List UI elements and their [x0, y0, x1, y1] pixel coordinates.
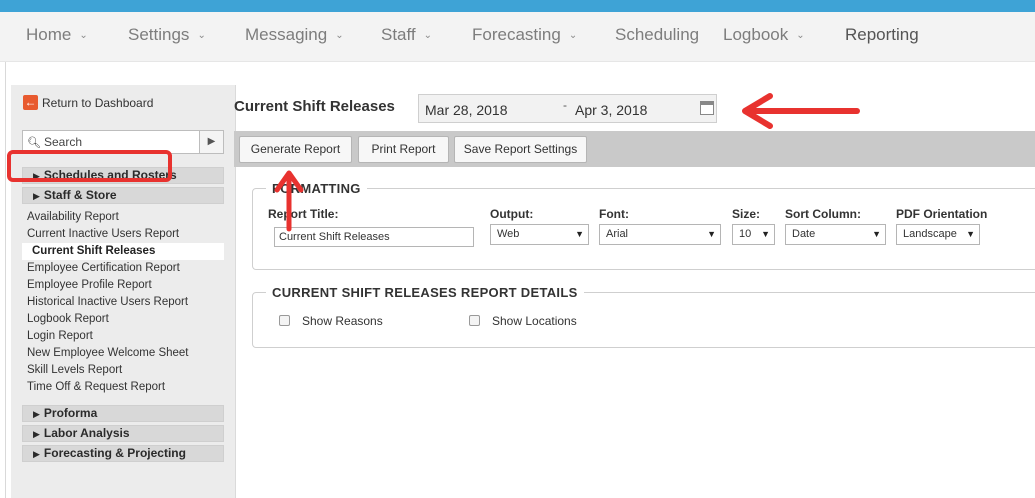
- nav-item-forecasting[interactable]: Forecasting ⌄: [472, 25, 577, 45]
- group-label: Proforma: [43, 406, 98, 420]
- return-to-dashboard-link[interactable]: ← Return to Dashboard: [23, 95, 153, 110]
- report-link[interactable]: Current Inactive Users Report: [27, 228, 179, 240]
- caret-down-icon: ▼: [575, 229, 584, 239]
- formatting-legend: FORMATTING: [266, 181, 367, 196]
- report-toolbar: Generate Report Print Report Save Report…: [234, 131, 1035, 167]
- arrow-left-icon: ←: [23, 95, 38, 110]
- nav-label: Forecasting: [472, 25, 561, 44]
- nav-label: Staff: [381, 25, 416, 44]
- report-link[interactable]: Login Report: [27, 330, 93, 342]
- nav-item-home[interactable]: Home ⌄: [26, 25, 88, 45]
- report-link[interactable]: Employee Certification Report: [27, 262, 180, 274]
- chevron-down-icon: ⌄: [79, 30, 88, 41]
- top-accent-bar: [0, 0, 1035, 12]
- show-reasons-label[interactable]: Show Reasons: [302, 314, 383, 328]
- pdf-orientation-label: PDF Orientation: [896, 207, 988, 221]
- report-title-input[interactable]: Current Shift Releases: [274, 227, 474, 247]
- date-from-value[interactable]: Mar 28, 2018: [425, 102, 508, 118]
- chevron-down-icon: ⌄: [568, 30, 578, 41]
- main-nav: Home ⌄ Settings ⌄ Messaging ⌄ Staff ⌄ Foreca…: [0, 12, 1035, 71]
- show-locations-checkbox[interactable]: [469, 315, 480, 326]
- font-select[interactable]: Arial ▼: [599, 224, 721, 245]
- group-forecasting-and-projecting[interactable]: ▶ Forecasting & Projecting: [22, 445, 224, 462]
- date-range-picker[interactable]: Mar 28, 2018 - Apr 3, 2018: [418, 94, 717, 123]
- output-value: Web: [497, 228, 520, 240]
- report-link[interactable]: Historical Inactive Users Report: [27, 296, 188, 308]
- report-link[interactable]: Skill Levels Report: [27, 364, 122, 376]
- report-title-label: Report Title:: [268, 207, 339, 221]
- group-proforma[interactable]: ▶ Proforma: [22, 405, 224, 422]
- report-details-legend: CURRENT SHIFT RELEASES REPORT DETAILS: [266, 285, 584, 300]
- group-label: Staff & Store: [43, 188, 117, 202]
- nav-item-scheduling[interactable]: Scheduling: [615, 25, 699, 45]
- report-link-selected[interactable]: Current Shift Releases: [32, 245, 155, 257]
- caret-down-icon: ▼: [966, 229, 975, 239]
- sort-column-select[interactable]: Date ▼: [785, 224, 886, 245]
- caret-right-icon: ▶: [33, 429, 40, 439]
- group-staff-and-store[interactable]: ▶ Staff & Store: [22, 187, 224, 204]
- output-label: Output:: [490, 207, 534, 221]
- nav-label: Logbook: [723, 25, 789, 44]
- generate-report-button[interactable]: Generate Report: [239, 136, 352, 163]
- show-locations-label[interactable]: Show Locations: [492, 314, 577, 328]
- report-link[interactable]: Employee Profile Report: [27, 279, 152, 291]
- caret-down-icon: ▼: [761, 229, 770, 239]
- size-value: 10: [739, 228, 752, 240]
- group-labor-analysis[interactable]: ▶ Labor Analysis: [22, 425, 224, 442]
- selected-report-highlight: [7, 150, 172, 182]
- return-label: Return to Dashboard: [42, 95, 154, 110]
- pdf-orientation-value: Landscape: [903, 228, 957, 240]
- chevron-down-icon: ⌄: [423, 30, 433, 41]
- reports-sidebar: ← Return to Dashboard 🔍︎ Search ▶ ▶ Sched…: [11, 85, 236, 498]
- report-link[interactable]: New Employee Welcome Sheet: [27, 347, 189, 359]
- group-label: Forecasting & Projecting: [43, 446, 186, 460]
- nav-label: Reporting: [845, 25, 919, 44]
- nav-item-logbook[interactable]: Logbook ⌄: [723, 25, 805, 45]
- search-submit-button[interactable]: ▶: [199, 131, 223, 153]
- pdf-orientation-select[interactable]: Landscape ▼: [896, 224, 980, 245]
- nav-label: Settings: [128, 25, 190, 44]
- caret-right-icon: ▶: [33, 409, 40, 419]
- nav-item-staff[interactable]: Staff ⌄: [381, 25, 432, 45]
- caret-down-icon: ▼: [872, 229, 881, 239]
- save-report-settings-button[interactable]: Save Report Settings: [454, 136, 587, 163]
- report-link[interactable]: Logbook Report: [27, 313, 109, 325]
- caret-down-icon: ▼: [707, 229, 716, 239]
- caret-right-icon: ▶: [33, 449, 40, 459]
- search-placeholder: Search: [43, 135, 82, 149]
- chevron-down-icon: ⌄: [796, 30, 805, 41]
- nav-item-reporting[interactable]: Reporting: [845, 25, 919, 45]
- page-title: Current Shift Releases: [234, 98, 395, 115]
- print-report-button[interactable]: Print Report: [358, 136, 449, 163]
- sort-column-label: Sort Column:: [785, 207, 861, 221]
- size-label: Size:: [732, 207, 761, 221]
- sort-column-value: Date: [792, 228, 816, 240]
- search-icon: 🔍︎: [27, 136, 41, 149]
- chevron-down-icon: ⌄: [335, 30, 344, 41]
- size-select[interactable]: 10 ▼: [732, 224, 775, 245]
- nav-item-settings[interactable]: Settings ⌄: [128, 25, 206, 45]
- nav-label: Home: [26, 25, 72, 44]
- group-label: Labor Analysis: [43, 426, 130, 440]
- show-reasons-checkbox[interactable]: [279, 315, 290, 326]
- font-value: Arial: [606, 228, 629, 240]
- report-link[interactable]: Availability Report: [27, 211, 119, 223]
- output-select[interactable]: Web ▼: [490, 224, 589, 245]
- date-separator: -: [563, 98, 567, 112]
- frame-divider: [5, 62, 6, 498]
- nav-item-messaging[interactable]: Messaging ⌄: [245, 25, 344, 45]
- date-to-value[interactable]: Apr 3, 2018: [575, 102, 647, 118]
- caret-down-icon: ▶: [33, 191, 40, 201]
- font-label: Font:: [599, 207, 629, 221]
- calendar-icon[interactable]: [700, 101, 714, 115]
- nav-label: Messaging: [245, 25, 328, 44]
- chevron-down-icon: ⌄: [197, 30, 206, 41]
- report-link[interactable]: Time Off & Request Report: [27, 381, 165, 393]
- nav-label: Scheduling: [615, 25, 700, 44]
